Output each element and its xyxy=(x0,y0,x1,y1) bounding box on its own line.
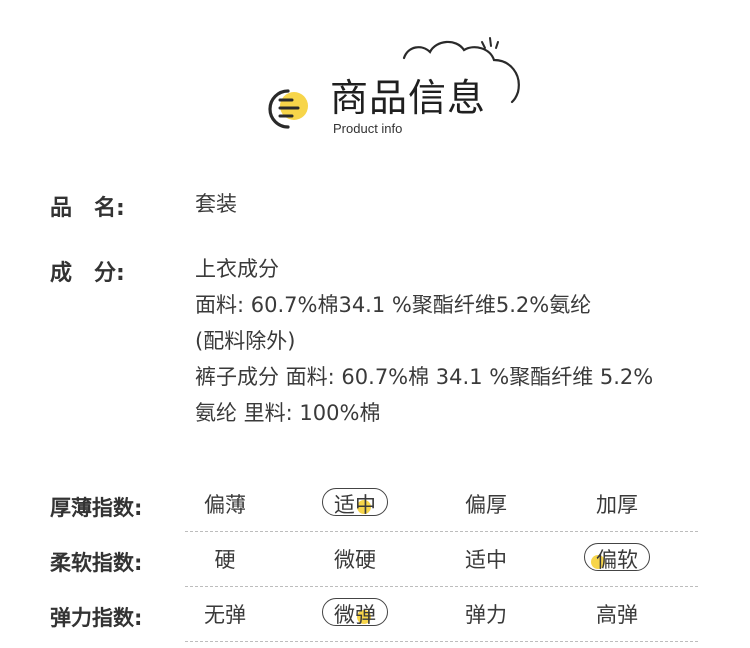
thickness-index-label: 厚薄指数: xyxy=(50,496,143,520)
composition-text: 上衣成分 面料: 60.7%棉34.1 %聚酯纤维5.2%氨纶 (配料除外) 裤… xyxy=(195,251,653,431)
composition-line: 氨纶 里料: 100%棉 xyxy=(195,401,381,425)
elasticity-index-label: 弹力指数: xyxy=(50,606,143,630)
thickness-option-selected: 适中 xyxy=(334,493,376,517)
composition-line: 上衣成分 xyxy=(195,257,279,281)
field-label-name: 品 名: xyxy=(50,196,125,221)
elasticity-option: 弹力 xyxy=(465,603,507,627)
thickness-option: 偏薄 xyxy=(204,493,246,517)
document-lines-icon xyxy=(268,89,308,129)
field-label-composition: 成 分: xyxy=(50,261,125,286)
softness-index-label: 柔软指数: xyxy=(50,551,143,575)
dashed-divider xyxy=(185,586,698,587)
softness-index-row: 柔软指数: 硬 微硬 适中 偏软 xyxy=(0,541,750,593)
softness-option: 硬 xyxy=(214,548,236,572)
composition-line: (配料除外) xyxy=(195,329,296,353)
section-subtitle: Product info xyxy=(333,121,403,136)
elasticity-option: 无弹 xyxy=(204,603,246,627)
thickness-option: 加厚 xyxy=(596,493,638,517)
elasticity-index-row: 弹力指数: 无弹 微弹 弹力 高弹 xyxy=(0,596,750,648)
elasticity-option: 高弹 xyxy=(596,603,638,627)
softness-option: 微硬 xyxy=(334,548,376,572)
softness-option: 适中 xyxy=(465,548,507,572)
section-header: 商品信息 Product info xyxy=(0,0,750,150)
dashed-divider xyxy=(185,531,698,532)
composition-line: 裤子成分 面料: 60.7%棉 34.1 %聚酯纤维 5.2% xyxy=(195,365,654,389)
field-value-name: 套装 xyxy=(195,192,237,216)
section-title: 商品信息 xyxy=(330,76,487,120)
softness-option-selected: 偏软 xyxy=(596,548,638,572)
thickness-option: 偏厚 xyxy=(465,493,507,517)
thickness-index-row: 厚薄指数: 偏薄 适中 偏厚 加厚 xyxy=(0,486,750,538)
elasticity-option-selected: 微弹 xyxy=(334,603,376,627)
composition-line: 面料: 60.7%棉34.1 %聚酯纤维5.2%氨纶 xyxy=(195,293,592,317)
